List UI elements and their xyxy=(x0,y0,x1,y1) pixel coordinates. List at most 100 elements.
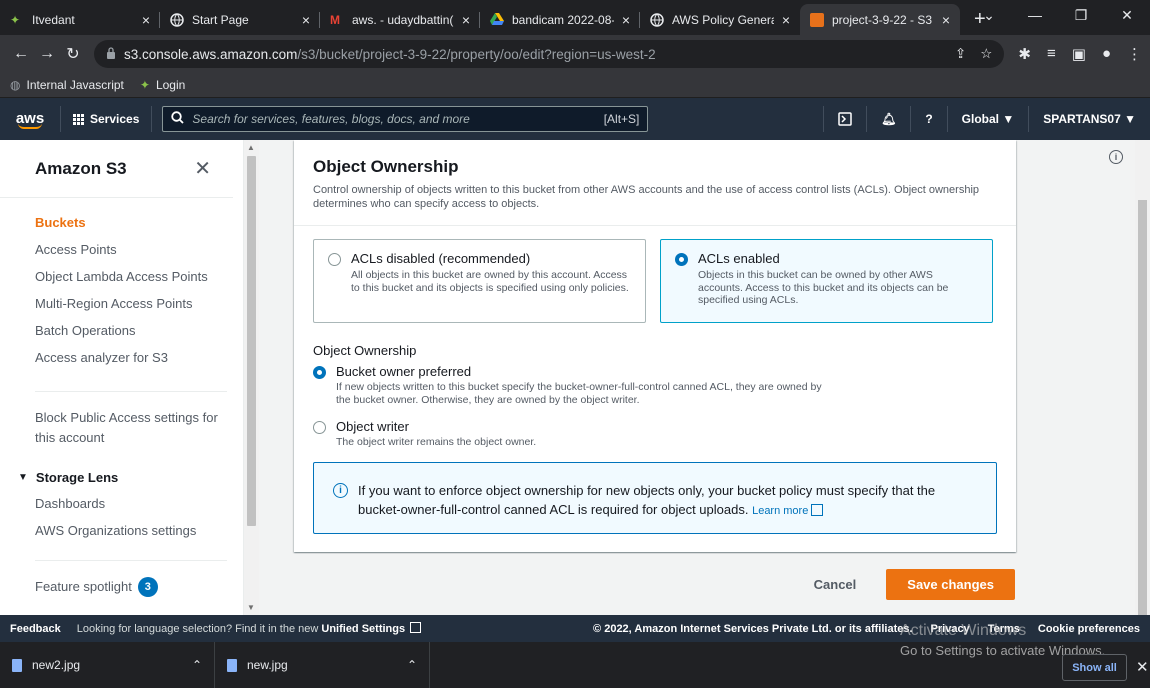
sidebar-item-access-points[interactable]: Access Points xyxy=(35,236,243,263)
image-file-icon xyxy=(227,658,237,672)
notifications-bell-icon[interactable]: 🔔︎ xyxy=(866,106,910,132)
radio-acls-enabled[interactable] xyxy=(675,253,688,266)
info-icon: i xyxy=(333,483,348,498)
url-input[interactable]: s3.console.aws.amazon.com/s3/bucket/proj… xyxy=(94,40,1005,68)
close-icon[interactable]: × xyxy=(142,12,150,28)
bookmark-star-icon[interactable]: ☆ xyxy=(980,46,992,62)
account-menu[interactable]: SPARTANS07 ▼ xyxy=(1028,106,1150,132)
grid-icon xyxy=(73,113,84,125)
gmail-icon: M xyxy=(330,12,340,27)
chevron-up-icon[interactable]: ⌃ xyxy=(192,658,202,672)
restore-button[interactable]: ❐ xyxy=(1058,7,1104,24)
browser-tab[interactable]: bandicam 2022-08- × xyxy=(480,4,640,35)
close-icon[interactable]: × xyxy=(302,12,310,28)
help-icon[interactable]: ? xyxy=(910,106,946,132)
close-icon[interactable]: × xyxy=(622,12,630,28)
services-menu-button[interactable]: Services xyxy=(60,106,153,132)
back-button[interactable]: ← xyxy=(8,45,34,63)
cloudshell-icon[interactable] xyxy=(823,106,866,132)
sidebar-group-storage-lens[interactable]: ▼ Storage Lens xyxy=(0,464,243,490)
sidebar-item-access-analyzer[interactable]: Access analyzer for S3 xyxy=(35,344,243,371)
close-icon[interactable]: ✕ xyxy=(194,156,211,181)
aws-search-input[interactable]: Search for services, features, blogs, do… xyxy=(162,106,649,132)
aws-smile-icon xyxy=(18,123,42,129)
acl-disabled-tile[interactable]: ACLs disabled (recommended) All objects … xyxy=(313,239,646,323)
s3-favicon-icon xyxy=(810,12,824,27)
browser-tab[interactable]: ✦ Itvedant × xyxy=(0,4,160,35)
sidebar-item-buckets[interactable]: Buckets xyxy=(35,209,243,236)
download-item[interactable]: new.jpg ⌃ xyxy=(215,642,430,688)
globe-icon xyxy=(650,12,664,27)
main-scrollbar[interactable] xyxy=(1135,140,1150,620)
chevron-up-icon[interactable]: ⌃ xyxy=(407,658,417,672)
sidebar-item-object-lambda[interactable]: Object Lambda Access Points xyxy=(35,263,243,290)
sidebar-item-block-public-access[interactable]: Block Public Access settings for this ac… xyxy=(0,408,243,448)
aws-logo[interactable]: aws xyxy=(0,110,60,129)
tab-search-icon[interactable]: ⌄ xyxy=(966,7,1012,24)
show-all-downloads-button[interactable]: Show all xyxy=(1062,654,1127,681)
reload-button[interactable]: ↻ xyxy=(60,44,86,64)
sidebar-item-batch-operations[interactable]: Batch Operations xyxy=(35,317,243,344)
lock-icon xyxy=(106,46,116,62)
bookmark-login[interactable]: ✦ Login xyxy=(140,78,185,92)
window-controls: ⌄ — ❐ ✕ xyxy=(966,0,1150,30)
forward-button[interactable]: → xyxy=(34,45,60,63)
scrollbar-thumb[interactable] xyxy=(247,156,256,526)
radio-acls-disabled[interactable] xyxy=(328,253,341,266)
region-selector[interactable]: Global ▼ xyxy=(946,106,1029,132)
minimize-button[interactable]: — xyxy=(1012,7,1058,23)
reading-list-icon[interactable]: ≡ xyxy=(1047,45,1056,63)
scroll-up-icon[interactable]: ▲ xyxy=(247,143,255,152)
unified-settings-link[interactable]: Unified Settings xyxy=(321,623,405,635)
close-icon[interactable]: × xyxy=(462,12,470,28)
download-item[interactable]: new2.jpg ⌃ xyxy=(0,642,215,688)
url-path: /s3/bucket/project-3-9-22/property/oo/ed… xyxy=(297,46,656,62)
radio-bucket-owner-preferred[interactable] xyxy=(313,366,326,379)
extensions-icon[interactable]: ✱ xyxy=(1018,45,1031,63)
close-icon[interactable]: ✕ xyxy=(1136,658,1149,676)
url-host: s3.console.aws.amazon.com xyxy=(124,46,298,62)
option-bucket-owner-preferred[interactable]: Bucket owner preferred If new objects wr… xyxy=(313,364,836,406)
globe-icon: ◍ xyxy=(10,78,21,92)
scroll-down-icon[interactable]: ▼ xyxy=(247,603,255,612)
sidebar-item-dashboards[interactable]: Dashboards xyxy=(35,490,243,517)
learn-more-link[interactable]: Learn more xyxy=(752,504,824,517)
sidebar-item-feature-spotlight[interactable]: Feature spotlight 3 xyxy=(35,573,243,600)
info-icon[interactable]: i xyxy=(1109,150,1123,164)
feedback-link[interactable]: Feedback xyxy=(10,623,61,635)
itvedant-favicon-icon: ✦ xyxy=(10,12,21,27)
profile-avatar-icon[interactable]: ● xyxy=(1102,45,1111,63)
sidebar-item-multi-region[interactable]: Multi-Region Access Points xyxy=(35,290,243,317)
cookie-preferences-link[interactable]: Cookie preferences xyxy=(1038,623,1140,635)
side-panel-icon[interactable]: ▣ xyxy=(1072,45,1086,63)
menu-icon[interactable]: ⋮ xyxy=(1127,45,1142,63)
main-content: Object Ownership Control ownership of ob… xyxy=(259,140,1135,615)
option-object-writer[interactable]: Object writer The object writer remains … xyxy=(313,419,536,449)
browser-tab[interactable]: AWS Policy Generat × xyxy=(640,4,800,35)
google-drive-icon xyxy=(490,12,504,27)
close-icon[interactable]: × xyxy=(942,12,950,28)
acl-enabled-tile[interactable]: ACLs enabled Objects in this bucket can … xyxy=(660,239,993,323)
ownership-field-label: Object Ownership xyxy=(313,343,417,358)
sidebar-title: Amazon S3 xyxy=(35,158,127,178)
language-notice: Looking for language selection? Find it … xyxy=(77,622,422,635)
panel-description: Control ownership of objects written to … xyxy=(313,184,980,210)
external-link-icon xyxy=(811,504,824,516)
image-file-icon xyxy=(12,658,22,672)
sidebar-item-org-settings[interactable]: AWS Organizations settings xyxy=(35,517,243,544)
activate-windows-watermark: Activate Windows xyxy=(900,622,1027,639)
cancel-button[interactable]: Cancel xyxy=(814,571,857,598)
radio-object-writer[interactable] xyxy=(313,421,326,434)
close-icon[interactable]: × xyxy=(782,12,790,28)
browser-tab[interactable]: M aws. - udaydbattin( × xyxy=(320,4,480,35)
notification-badge: 3 xyxy=(137,576,158,597)
scrollbar-thumb[interactable] xyxy=(1138,200,1147,620)
bookmark-internal-javascript[interactable]: ◍ Internal Javascript xyxy=(10,78,124,92)
save-changes-button[interactable]: Save changes xyxy=(886,569,1015,600)
close-window-button[interactable]: ✕ xyxy=(1104,7,1150,24)
browser-tab-active[interactable]: project-3-9-22 - S3 × xyxy=(800,4,960,35)
sidebar-scrollbar[interactable]: ▲ ▼ xyxy=(244,140,259,615)
browser-tab[interactable]: Start Page × xyxy=(160,4,320,35)
share-icon[interactable]: ⇪ xyxy=(955,46,966,62)
aws-top-nav: aws Services Search for services, featur… xyxy=(0,98,1150,140)
